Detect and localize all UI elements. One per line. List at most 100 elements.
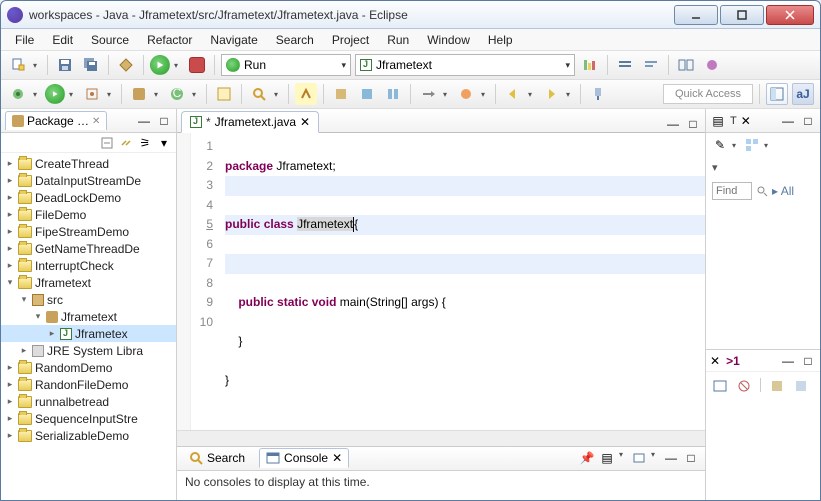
task-button-2[interactable] [640, 54, 662, 76]
menu-help[interactable]: Help [480, 31, 521, 49]
menu-project[interactable]: Project [324, 31, 377, 49]
launch-combo-drop[interactable]: ▾ [565, 60, 570, 71]
new-button[interactable] [7, 54, 29, 76]
tree-item-jresystemlibra[interactable]: ▸JRE System Libra [1, 342, 176, 359]
tree-twisty[interactable]: ▸ [5, 243, 15, 254]
task-find-input[interactable] [712, 182, 752, 200]
tree-twisty[interactable]: ▾ [33, 311, 43, 322]
new-class-button[interactable]: C [166, 83, 188, 105]
console-pin-button[interactable]: 📌 [579, 450, 595, 466]
link-editor-button[interactable] [118, 135, 134, 151]
run-button-icon[interactable] [150, 55, 170, 75]
right-bottom-min[interactable]: — [780, 353, 796, 369]
tree-twisty[interactable]: ▸ [5, 430, 15, 441]
console-tab-close[interactable]: ✕ [332, 451, 342, 465]
new-task-button[interactable]: ✎ [712, 137, 728, 153]
view-menu-button[interactable]: ▾ [156, 135, 172, 151]
save-button[interactable] [54, 54, 76, 76]
run-dropdown[interactable]: ▾ [174, 61, 182, 70]
console-view-tab[interactable]: Console ✕ [259, 448, 349, 468]
search-view-tab[interactable]: Search [183, 449, 251, 467]
tree-item-filedemo[interactable]: ▸FileDemo [1, 206, 176, 223]
tb2-btn-b[interactable] [356, 83, 378, 105]
forward-button[interactable] [540, 83, 562, 105]
filter-button[interactable]: ⚞ [137, 135, 153, 151]
tree-item-datainputstreamde[interactable]: ▸DataInputStreamDe [1, 172, 176, 189]
tb2-btn-c[interactable] [382, 83, 404, 105]
menu-navigate[interactable]: Navigate [202, 31, 265, 49]
tree-twisty[interactable]: ▸ [5, 175, 15, 186]
console-maximize-button[interactable]: □ [683, 450, 699, 466]
new-package-button[interactable] [128, 83, 150, 105]
right-top-min[interactable]: — [780, 113, 796, 129]
debug-button[interactable] [7, 83, 29, 105]
editor-tab-jframetext[interactable]: *Jframetext.java ✕ [181, 111, 319, 133]
menu-run[interactable]: Run [379, 31, 417, 49]
tree-item-runnalbetread[interactable]: ▸runnalbetread [1, 393, 176, 410]
tree-item-jframetext[interactable]: ▾Jframetext [1, 274, 176, 291]
tree-twisty[interactable]: ▾ [19, 294, 29, 305]
back-button[interactable] [502, 83, 524, 105]
task-button-1[interactable] [614, 54, 636, 76]
console-minimize-button[interactable]: — [663, 450, 679, 466]
rb-icon-3[interactable] [769, 378, 785, 394]
toggle-highlight-button[interactable] [295, 83, 317, 105]
tree-item-fipestreamdemo[interactable]: ▸FipeStreamDemo [1, 223, 176, 240]
editor-tab-close[interactable]: ✕ [300, 115, 310, 129]
menu-edit[interactable]: Edit [44, 31, 81, 49]
tree-item-jframetext[interactable]: ▾Jframetext [1, 308, 176, 325]
right-bottom-max[interactable]: □ [800, 353, 816, 369]
tree-twisty[interactable]: ▸ [5, 413, 15, 424]
tree-twisty[interactable]: ▸ [47, 328, 57, 339]
minimize-button[interactable] [674, 5, 718, 25]
task-list-close[interactable]: ✕ [741, 114, 751, 128]
save-all-button[interactable] [80, 54, 102, 76]
menu-search[interactable]: Search [268, 31, 322, 49]
tree-item-randomdemo[interactable]: ▸RandomDemo [1, 359, 176, 376]
tb2-btn-e[interactable] [455, 83, 477, 105]
editor-line-gutter[interactable]: 12345678910 [191, 133, 219, 430]
categorize-button[interactable] [744, 137, 760, 153]
editor-hscrollbar[interactable] [177, 430, 705, 446]
coverage-button[interactable] [579, 54, 601, 76]
editor-fold-column[interactable] [177, 133, 191, 430]
tree-twisty[interactable]: ▸ [5, 158, 15, 169]
tree-twisty[interactable]: ▸ [5, 260, 15, 271]
menu-source[interactable]: Source [83, 31, 137, 49]
tree-twisty[interactable]: ▸ [19, 345, 29, 356]
perspective-indicator-2[interactable] [701, 54, 723, 76]
tree-twisty[interactable]: ▾ [5, 277, 15, 288]
tb2-btn-d[interactable] [417, 83, 439, 105]
tree-item-getnamethreadde[interactable]: ▸GetNameThreadDe [1, 240, 176, 257]
rb-close[interactable]: ✕ [710, 354, 720, 368]
package-explorer-close[interactable]: ✕ [92, 116, 100, 127]
view-maximize-button[interactable]: □ [156, 113, 172, 129]
tree-twisty[interactable]: ▸ [5, 379, 15, 390]
task-list-icon[interactable]: ▤ [710, 113, 726, 129]
editor-minimize-button[interactable]: — [665, 116, 681, 132]
new-dropdown[interactable]: ▾ [33, 61, 41, 70]
open-perspective-button[interactable] [766, 83, 788, 105]
editor-maximize-button[interactable]: □ [685, 116, 701, 132]
tree-twisty[interactable]: ▸ [5, 209, 15, 220]
launch-combo[interactable]: Jframetext ▾ [355, 54, 575, 76]
package-explorer-tab[interactable]: Package … ✕ [5, 111, 107, 130]
close-button[interactable] [766, 5, 814, 25]
tree-item-serializabledemo[interactable]: ▸SerializableDemo [1, 427, 176, 444]
editor-body[interactable]: 12345678910 package Jframetext; public c… [177, 133, 705, 430]
tree-item-jframetex[interactable]: ▸Jframetex [1, 325, 176, 342]
menu-window[interactable]: Window [419, 31, 478, 49]
open-type-button[interactable] [213, 83, 235, 105]
collapse-all-button[interactable] [99, 135, 115, 151]
tree-item-randonfiledemo[interactable]: ▸RandonFileDemo [1, 376, 176, 393]
stop-button[interactable] [186, 54, 208, 76]
console-display-button[interactable]: ▤ [599, 450, 615, 466]
search-tool-button[interactable] [248, 83, 270, 105]
tree-twisty[interactable]: ▸ [5, 192, 15, 203]
tree-item-createthread[interactable]: ▸CreateThread [1, 155, 176, 172]
task-view-menu[interactable]: ▾ [712, 161, 720, 174]
package-tree[interactable]: ▸CreateThread▸DataInputStreamDe▸DeadLock… [1, 153, 176, 500]
build-button[interactable] [115, 54, 137, 76]
tree-item-interruptcheck[interactable]: ▸InterruptCheck [1, 257, 176, 274]
view-minimize-button[interactable]: — [136, 113, 152, 129]
